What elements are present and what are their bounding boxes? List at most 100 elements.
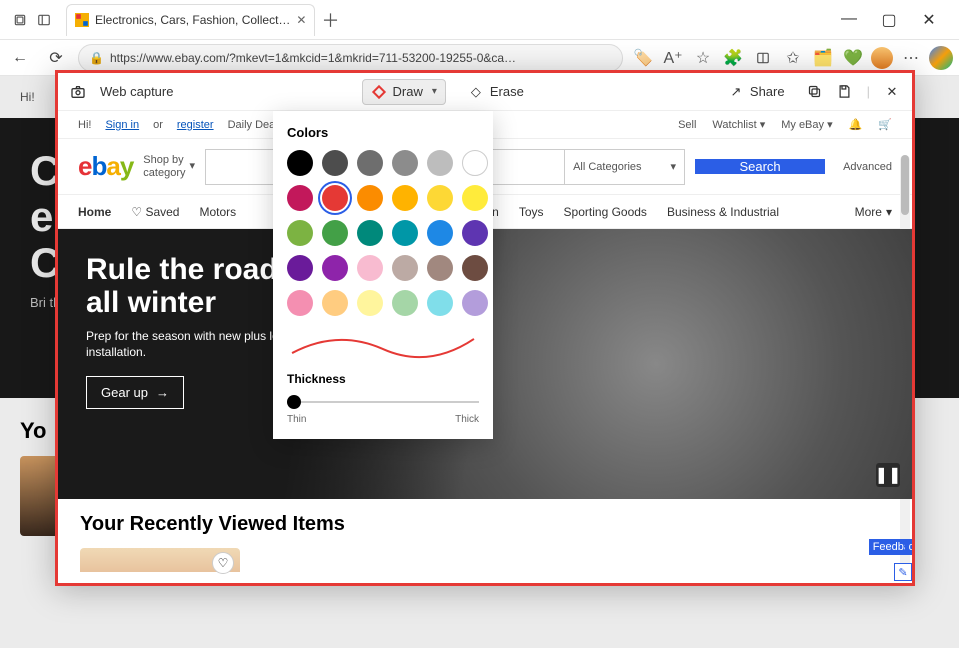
url-box[interactable]: 🔒 https://www.ebay.com/?mkevt=1&mkcid=1&…: [78, 44, 623, 72]
color-swatch[interactable]: [357, 150, 383, 176]
nav-toys[interactable]: Toys: [519, 205, 544, 219]
ebay-logo[interactable]: ebay: [78, 151, 133, 182]
web-capture-panel: Web capture Draw ▾ ◇ Erase ↗ Share | ✕ H…: [55, 70, 915, 586]
collections-split-icon[interactable]: [751, 46, 775, 70]
color-swatch[interactable]: [357, 185, 383, 211]
new-tab-button[interactable]: ＋: [321, 7, 339, 33]
sell-link[interactable]: Sell: [678, 119, 696, 131]
recent-title: Your Recently Viewed Items: [80, 513, 890, 536]
color-swatch[interactable]: [357, 220, 383, 246]
color-swatch[interactable]: [392, 255, 418, 281]
nav-sporting[interactable]: Sporting Goods: [564, 205, 647, 219]
collections-icon[interactable]: 🗂️: [811, 46, 835, 70]
erase-tool-button[interactable]: ◇ Erase: [460, 80, 532, 104]
color-swatch[interactable]: [322, 150, 348, 176]
refresh-button[interactable]: ⟳: [42, 44, 70, 72]
capture-toolbar: Web capture Draw ▾ ◇ Erase ↗ Share | ✕: [58, 73, 912, 111]
color-swatch[interactable]: [322, 220, 348, 246]
favorite-icon[interactable]: ☆: [691, 46, 715, 70]
search-button[interactable]: Search: [695, 159, 825, 174]
color-swatch[interactable]: [427, 220, 453, 246]
share-button[interactable]: ↗ Share: [720, 80, 793, 104]
copilot-icon[interactable]: [929, 46, 953, 70]
minimize-button[interactable]: —: [837, 10, 861, 30]
chevron-down-icon: ▾: [432, 86, 437, 97]
register-link[interactable]: register: [177, 119, 214, 131]
draw-icon: [371, 84, 387, 100]
color-swatch[interactable]: [392, 220, 418, 246]
copy-button[interactable]: [807, 84, 823, 100]
color-palette: [287, 150, 479, 316]
close-window-button[interactable]: ✕: [917, 10, 941, 30]
share-icon: ↗: [728, 84, 744, 100]
favorites-bar-icon[interactable]: ✩: [781, 46, 805, 70]
color-swatch[interactable]: [392, 185, 418, 211]
cart-icon[interactable]: 🛒: [878, 118, 892, 131]
color-swatch[interactable]: [357, 255, 383, 281]
signin-link[interactable]: Sign in: [105, 119, 139, 131]
advanced-link[interactable]: Advanced: [843, 161, 892, 173]
close-tab-icon[interactable]: ✕: [296, 13, 306, 27]
nav-home[interactable]: Home: [78, 205, 111, 219]
color-swatch[interactable]: [392, 150, 418, 176]
color-swatch[interactable]: [462, 150, 488, 176]
nav-more[interactable]: More ▾: [855, 205, 892, 219]
pause-carousel-button[interactable]: ❚❚: [876, 463, 900, 487]
colors-heading: Colors: [287, 125, 479, 140]
myebay-dropdown[interactable]: My eBay ▾: [781, 118, 832, 131]
color-swatch[interactable]: [287, 290, 313, 316]
gear-up-button[interactable]: Gear up→: [86, 376, 184, 409]
nav-motors[interactable]: Motors: [199, 205, 236, 219]
color-swatch[interactable]: [287, 255, 313, 281]
tab-actions-icon[interactable]: [10, 10, 30, 30]
ebay-favicon-icon: [75, 13, 89, 27]
color-swatch[interactable]: [287, 185, 313, 211]
color-swatch[interactable]: [287, 220, 313, 246]
color-swatch[interactable]: [427, 150, 453, 176]
save-button[interactable]: [837, 84, 853, 100]
color-swatch[interactable]: [322, 255, 348, 281]
nav-saved[interactable]: ♡ Saved: [131, 205, 179, 219]
browser-titlebar: Electronics, Cars, Fashion, Collect… ✕ ＋…: [0, 0, 959, 40]
back-button[interactable]: ←: [6, 44, 34, 72]
shopping-assistant-icon[interactable]: 💚: [841, 46, 865, 70]
color-swatch[interactable]: [462, 290, 488, 316]
color-swatch[interactable]: [287, 150, 313, 176]
color-swatch[interactable]: [357, 290, 383, 316]
color-swatch[interactable]: [462, 185, 488, 211]
extensions-icon[interactable]: 🧩: [721, 46, 745, 70]
color-swatch[interactable]: [322, 185, 348, 211]
shopping-tag-icon[interactable]: 🏷️: [631, 46, 655, 70]
feedback-edit-icon[interactable]: ✎: [894, 563, 912, 581]
color-swatch[interactable]: [427, 255, 453, 281]
color-swatch[interactable]: [322, 290, 348, 316]
stroke-preview: [287, 330, 479, 362]
maximize-button[interactable]: ▢: [877, 10, 901, 30]
url-text: https://www.ebay.com/?mkevt=1&mkcid=1&mk…: [110, 51, 612, 65]
close-capture-button[interactable]: ✕: [884, 84, 900, 100]
read-aloud-icon[interactable]: A⁺: [661, 46, 685, 70]
color-swatch[interactable]: [462, 255, 488, 281]
recent-items-section: Your Recently Viewed Items ♡: [58, 499, 912, 583]
heart-icon[interactable]: ♡: [212, 552, 234, 574]
tab-sidebar-icon[interactable]: [34, 10, 54, 30]
capture-title: Web capture: [100, 84, 173, 99]
recent-item-tile[interactable]: ♡: [80, 548, 240, 572]
feedback-button-behind: dback: [905, 539, 912, 555]
draw-tool-button[interactable]: Draw ▾: [362, 79, 446, 105]
color-swatch[interactable]: [392, 290, 418, 316]
color-swatch[interactable]: [462, 220, 488, 246]
shop-by-category[interactable]: Shop bycategory▾: [143, 154, 195, 178]
color-swatch[interactable]: [427, 185, 453, 211]
browser-tab[interactable]: Electronics, Cars, Fashion, Collect… ✕: [66, 4, 315, 36]
category-select[interactable]: All Categories▾: [564, 150, 684, 184]
profile-avatar[interactable]: [871, 47, 893, 69]
watchlist-dropdown[interactable]: Watchlist ▾: [712, 118, 765, 131]
color-swatch[interactable]: [427, 290, 453, 316]
lock-icon: 🔒: [89, 51, 104, 65]
thickness-slider[interactable]: [287, 394, 479, 410]
nav-business[interactable]: Business & Industrial: [667, 205, 779, 219]
more-menu-icon[interactable]: ⋯: [899, 46, 923, 70]
bell-icon[interactable]: 🔔: [849, 118, 863, 131]
tab-title: Electronics, Cars, Fashion, Collect…: [95, 13, 290, 27]
